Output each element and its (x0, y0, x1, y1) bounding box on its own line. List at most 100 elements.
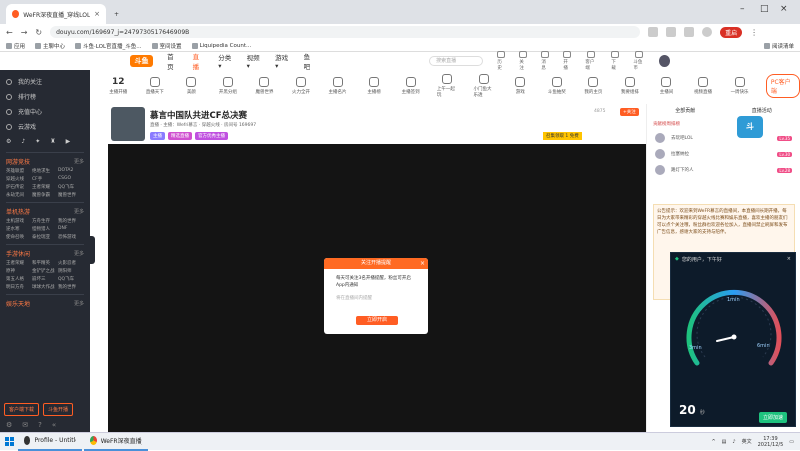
sidebar-item-follow[interactable]: 我的关注 (0, 74, 90, 89)
video-icon[interactable]: ▶ (66, 138, 71, 145)
category-link[interactable]: 魔兽争霸 (32, 192, 58, 198)
extension-icon[interactable] (684, 27, 695, 37)
category-item[interactable]: 游戏 (510, 77, 531, 95)
reading-list[interactable]: 阅读清单 (763, 42, 794, 50)
sidebar-item-cloud-game[interactable]: 云游戏 (0, 119, 90, 134)
category-item[interactable]: 开黑分组 (218, 77, 239, 95)
category-item[interactable]: 一周快乐 (729, 77, 750, 95)
pc-client-button[interactable]: PC客户端 (765, 74, 800, 98)
minimize-icon[interactable]: – (740, 4, 745, 14)
download-button[interactable]: 下载 (611, 51, 620, 71)
nav-live[interactable]: 直播 (193, 51, 205, 71)
star-icon[interactable]: ✦ (35, 138, 40, 145)
category-link[interactable]: CSGO (58, 176, 84, 182)
start-button[interactable] (0, 433, 18, 451)
start-broadcast-button[interactable]: 斗鱼开播 (43, 403, 74, 416)
category-item[interactable]: 主播名片 (327, 77, 348, 95)
category-item[interactable]: 我的主页 (583, 77, 604, 95)
client-download-button[interactable]: 客户端下载 (4, 403, 40, 416)
category-link[interactable]: 永劫无间 (6, 192, 32, 198)
extension-icon[interactable] (666, 27, 677, 37)
category-item[interactable]: 主播签到 (400, 77, 421, 95)
category-link[interactable]: 火影忍者 (58, 260, 84, 266)
taskbar-app[interactable]: Profile - Untitled -... (18, 433, 82, 451)
menu-icon[interactable]: ⋮ (750, 28, 758, 37)
rank-row[interactable]: 路灯下的人 Lv.28 (655, 165, 792, 175)
collapse-icon[interactable]: « (52, 421, 56, 429)
bookmark-item[interactable]: 室间设置 (151, 42, 182, 50)
back-icon[interactable]: ← (6, 28, 13, 37)
nav-video[interactable]: 视频▾ (247, 52, 261, 70)
category-link[interactable]: 崩坏三 (32, 276, 58, 282)
mic-icon[interactable]: ♪ (21, 138, 25, 145)
category-link[interactable]: 阴阳师 (58, 268, 84, 274)
category-link[interactable]: 泰拉瑞亚 (32, 234, 58, 240)
taskbar-app[interactable]: WeFR深夜直播_穿... (84, 433, 148, 451)
extension-icon[interactable] (702, 27, 713, 37)
forward-icon[interactable]: → (21, 28, 28, 37)
sidebar-collapse-handle[interactable] (90, 236, 95, 264)
category-item[interactable]: 火力全开 (291, 77, 312, 95)
category-link[interactable]: 金铲铲之战 (32, 268, 58, 274)
category-link[interactable]: 炉石传说 (6, 184, 32, 190)
category-link[interactable]: 原神 (6, 268, 32, 274)
nav-category[interactable]: 分类▾ (218, 52, 232, 70)
bookmark-item[interactable]: 应用 (6, 42, 25, 50)
category-item[interactable]: 美颜 (181, 77, 202, 95)
broadcast-button[interactable]: 开播 (563, 51, 572, 71)
room-tag[interactable]: 主播 (150, 132, 165, 140)
message-button[interactable]: 消息 (541, 51, 550, 71)
category-item[interactable]: 我要组排 (620, 77, 641, 95)
feedback-icon[interactable]: ✉ (22, 421, 28, 429)
extension-icon[interactable] (648, 27, 659, 37)
category-link[interactable]: 绝地求生 (32, 168, 58, 174)
category-link[interactable]: 逆水寒 (6, 226, 32, 232)
game-icon[interactable]: ⚙ (6, 138, 11, 145)
nav-yuba[interactable]: 鱼吧 (304, 51, 316, 71)
nav-home[interactable]: 首页 (167, 51, 179, 71)
bookmark-item[interactable]: 主聊中心 (35, 42, 65, 50)
coin-button[interactable]: 斗鱼币 (633, 51, 645, 71)
category-link[interactable]: 怪物猎人 (32, 226, 58, 232)
follow-button[interactable]: 关注 (519, 51, 528, 71)
category-link[interactable]: 英雄联盟 (6, 168, 32, 174)
category-link[interactable]: 和平精英 (32, 260, 58, 266)
boost-button[interactable]: 立即加速 (759, 412, 788, 423)
category-link[interactable]: 穿越火线 (6, 176, 32, 182)
browser-tab[interactable]: WeFR深夜直播_穿线LOL比直播_斗鱼 × (6, 4, 106, 24)
category-item[interactable]: 斗鱼抽奖 (547, 77, 568, 95)
category-link[interactable]: 球球大作战 (32, 284, 58, 290)
category-link[interactable]: 我的世界 (58, 218, 84, 224)
close-icon[interactable]: × (420, 258, 425, 269)
chevron-up-icon[interactable]: ^ (711, 439, 715, 445)
restart-button[interactable]: 重启 (720, 26, 743, 38)
bookmark-item[interactable]: Liquipedia Count... (191, 42, 251, 49)
enable-reminder-button[interactable]: 立即开启 (356, 316, 398, 325)
close-window-icon[interactable]: × (780, 4, 788, 14)
category-link[interactable]: 我的世界 (58, 284, 84, 290)
promo-banner[interactable]: 召集领取 1 免费 (543, 132, 582, 140)
user-avatar[interactable] (659, 55, 670, 67)
category-item[interactable]: 主播间 (656, 77, 677, 95)
client-button[interactable]: 客户端 (585, 51, 597, 71)
reload-icon[interactable]: ↻ (35, 28, 42, 37)
category-link[interactable]: 主机游戏 (6, 218, 32, 224)
category-item[interactable]: 上午一起玩 (437, 74, 458, 98)
notification-icon[interactable]: ▭ (789, 439, 794, 445)
category-item[interactable]: 直播天下 (145, 77, 166, 95)
maximize-icon[interactable]: □ (760, 4, 769, 14)
sidebar-item-recharge[interactable]: 充值中心 (0, 104, 90, 119)
category-link[interactable]: 王者荣耀 (6, 260, 32, 266)
category-link[interactable]: QQ飞车 (58, 276, 84, 282)
category-link[interactable]: CF手 (32, 176, 58, 182)
category-link[interactable]: 明日方舟 (6, 284, 32, 290)
rank-row[interactable]: 去玩吧LOL Lv.35 (655, 133, 792, 143)
category-link[interactable]: 第五人格 (6, 276, 32, 282)
category-link[interactable]: 恐怖游戏 (58, 234, 84, 240)
search-input[interactable]: 搜索直播 (429, 56, 484, 66)
category-link[interactable]: QQ飞车 (58, 184, 84, 190)
tab-activity[interactable]: 直播活动 (752, 107, 772, 114)
history-button[interactable]: 历史 (497, 51, 506, 71)
category-link[interactable]: DOTA2 (58, 168, 84, 174)
category-item[interactable]: 主播榜 (364, 77, 385, 95)
